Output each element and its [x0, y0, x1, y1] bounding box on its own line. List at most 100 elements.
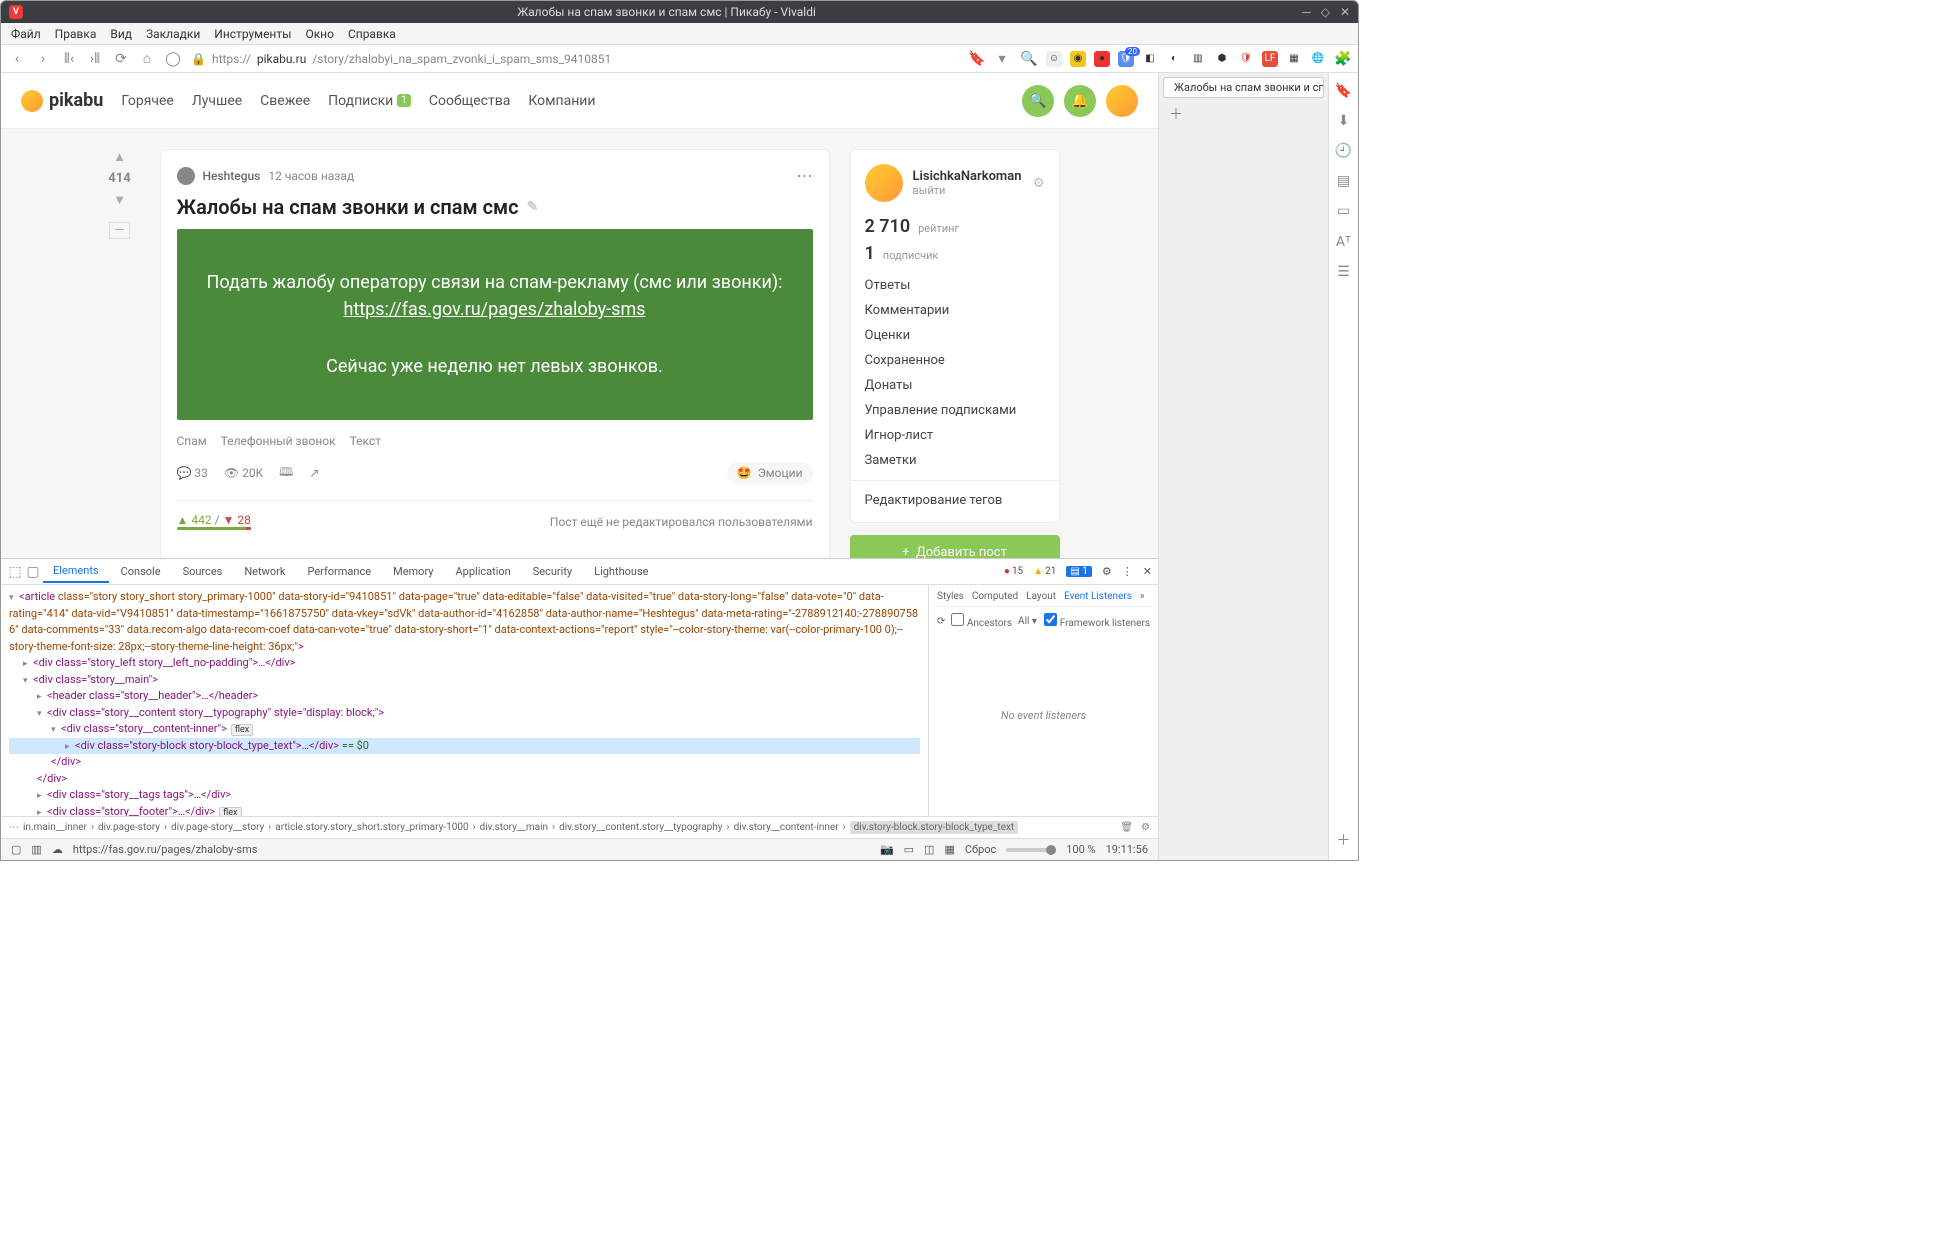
- dt-tab-console[interactable]: Console: [111, 561, 171, 582]
- reset-zoom[interactable]: Сброс: [965, 843, 996, 856]
- add-post-button[interactable]: + Добавить пост: [850, 535, 1060, 558]
- rewind-icon[interactable]: ⦀‹: [61, 51, 77, 67]
- dt-tab-lighthouse[interactable]: Lighthouse: [584, 561, 658, 582]
- zoom-slider[interactable]: [1006, 848, 1056, 852]
- ext-icon-lf[interactable]: LF: [1262, 51, 1278, 67]
- maximize-icon[interactable]: ◇: [1321, 5, 1330, 19]
- ext-icon-7[interactable]: ⬢: [1214, 51, 1230, 67]
- vertical-tab[interactable]: Жалобы на спам звонки и спам смс | Пи: [1163, 77, 1324, 98]
- tag-call[interactable]: Телефонный звонок: [221, 434, 336, 448]
- dt-warn-count[interactable]: 21: [1033, 566, 1056, 577]
- ext-icon-4[interactable]: ◧: [1142, 51, 1158, 67]
- panel-bookmarks-icon[interactable]: 🔖: [1335, 83, 1352, 99]
- sb-icon-6[interactable]: ◫: [924, 843, 934, 856]
- dt-device-icon[interactable]: ▢: [25, 564, 41, 580]
- panel-downloads-icon[interactable]: ⬇: [1338, 113, 1350, 129]
- nav-hot[interactable]: Горячее: [121, 93, 174, 109]
- ext-icon-1[interactable]: ☺: [1046, 51, 1062, 67]
- dt-bread-gear-icon[interactable]: ⚙: [1141, 822, 1150, 833]
- image-link[interactable]: https://fas.gov.ru/pages/zhaloby-sms: [343, 299, 645, 320]
- link-subs[interactable]: Управление подписками: [865, 403, 1045, 418]
- author-name[interactable]: Heshtegus: [203, 169, 261, 183]
- sb-icon-4[interactable]: 📷: [880, 843, 894, 856]
- dt-tab-performance[interactable]: Performance: [297, 561, 381, 582]
- header-search-icon[interactable]: 🔍: [1022, 85, 1054, 117]
- link-saved[interactable]: Сохраненное: [865, 353, 1045, 368]
- downvote-icon[interactable]: ▼: [113, 192, 126, 208]
- panel-history-icon[interactable]: 🕘: [1335, 143, 1352, 159]
- link-answers[interactable]: Ответы: [865, 278, 1045, 293]
- edit-icon[interactable]: ✎: [527, 199, 539, 215]
- ext-icon-2[interactable]: ◉: [1070, 51, 1086, 67]
- dt-refresh-icon[interactable]: ⟳: [937, 616, 945, 627]
- author-avatar[interactable]: [177, 167, 195, 185]
- dt-tab-security[interactable]: Security: [523, 561, 582, 582]
- menu-window[interactable]: Окно: [305, 27, 334, 41]
- menu-view[interactable]: Вид: [110, 27, 132, 41]
- reload-icon[interactable]: ⟳: [113, 51, 129, 67]
- ext-icon-3[interactable]: ●: [1094, 51, 1110, 67]
- post-menu-icon[interactable]: ⋯: [797, 166, 813, 185]
- sb-icon-5[interactable]: ▭: [904, 843, 914, 856]
- dt-styles-tab[interactable]: Styles: [937, 591, 964, 602]
- extensions-icon[interactable]: 🧩: [1334, 51, 1350, 67]
- dt-info-count[interactable]: ▤ 1: [1066, 566, 1092, 577]
- panel-translate-icon[interactable]: Aᵀ: [1336, 233, 1351, 250]
- header-avatar[interactable]: [1106, 85, 1138, 117]
- ext-icon-6[interactable]: ▥: [1190, 51, 1206, 67]
- chevron-down-icon[interactable]: ▾: [994, 51, 1010, 67]
- dt-tab-elements[interactable]: Elements: [43, 560, 109, 583]
- menu-edit[interactable]: Правка: [55, 27, 97, 41]
- nav-best[interactable]: Лучшее: [192, 93, 242, 109]
- dt-tab-memory[interactable]: Memory: [383, 561, 443, 582]
- site-logo[interactable]: pikabu: [21, 90, 103, 112]
- dt-listeners-tab[interactable]: Event Listeners: [1064, 591, 1132, 602]
- dt-tab-application[interactable]: Application: [445, 561, 520, 582]
- gear-icon[interactable]: ⚙: [1033, 176, 1045, 191]
- ext-icon-8[interactable]: ▦: [1286, 51, 1302, 67]
- ancestors-checkbox[interactable]: Ancestors: [951, 613, 1012, 629]
- save-icon[interactable]: 🕮: [279, 463, 293, 484]
- dt-computed-tab[interactable]: Computed: [972, 591, 1018, 602]
- search-icon[interactable]: 🔍: [1020, 51, 1036, 67]
- dom-tree[interactable]: ▾<article class="story story_short story…: [1, 585, 928, 816]
- sb-icon-7[interactable]: ▦: [944, 843, 954, 856]
- nav-subs[interactable]: Подписки1: [328, 93, 411, 109]
- menu-bookmarks[interactable]: Закладки: [146, 27, 200, 41]
- menu-tools[interactable]: Инструменты: [214, 27, 291, 41]
- tags-edit[interactable]: Редактирование тегов: [865, 493, 1045, 508]
- dt-trash-icon[interactable]: 🗑: [1120, 822, 1133, 833]
- menu-help[interactable]: Справка: [348, 27, 396, 41]
- dt-gear-icon[interactable]: ⚙: [1102, 565, 1112, 578]
- ext-icon-9[interactable]: 🌐: [1310, 51, 1326, 67]
- back-icon[interactable]: ‹: [9, 51, 25, 67]
- framework-checkbox[interactable]: Framework listeners: [1044, 613, 1150, 629]
- dt-error-count[interactable]: 15: [1004, 566, 1023, 577]
- ext-icon-5[interactable]: ◐: [1166, 51, 1182, 67]
- logout-link[interactable]: выйти: [913, 184, 1022, 197]
- ext-icon-badge[interactable]: 🛡20: [1118, 51, 1134, 67]
- url-field[interactable]: 🔒 https://pikabu.ru/story/zhalobyi_na_sp…: [191, 52, 958, 66]
- upvote-icon[interactable]: ▲: [113, 149, 126, 165]
- dt-close-icon[interactable]: ✕: [1143, 565, 1152, 578]
- menu-file[interactable]: Файл: [11, 27, 41, 41]
- user-avatar[interactable]: [865, 164, 903, 202]
- dt-tab-network[interactable]: Network: [234, 561, 295, 582]
- nav-comm[interactable]: Сообщества: [429, 93, 510, 109]
- link-ignore[interactable]: Игнор-лист: [865, 428, 1045, 443]
- new-tab-button[interactable]: ＋: [1163, 102, 1324, 126]
- link-comments[interactable]: Комментарии: [865, 303, 1045, 318]
- sb-icon-3[interactable]: ☁: [52, 843, 63, 856]
- collapse-icon[interactable]: —: [109, 222, 129, 239]
- sb-icon-1[interactable]: ▢: [11, 843, 21, 856]
- dt-breadcrumb[interactable]: ⋯ in.main__inner› div.page-story› div.pa…: [1, 816, 1158, 838]
- emotions-button[interactable]: 🤩 Эмоции: [727, 462, 813, 484]
- panel-window-icon[interactable]: ▭: [1337, 203, 1350, 219]
- bookmark-icon[interactable]: 🔖: [968, 51, 984, 67]
- ext-icon-ublock[interactable]: 🛡: [1238, 51, 1254, 67]
- dt-more-tabs[interactable]: »: [1140, 591, 1145, 602]
- panel-notes-icon[interactable]: ▤: [1337, 173, 1350, 189]
- comments-icon[interactable]: 💬 33: [177, 466, 208, 480]
- panel-add-icon[interactable]: ＋: [1337, 830, 1351, 850]
- sb-icon-2[interactable]: ▥: [31, 843, 41, 856]
